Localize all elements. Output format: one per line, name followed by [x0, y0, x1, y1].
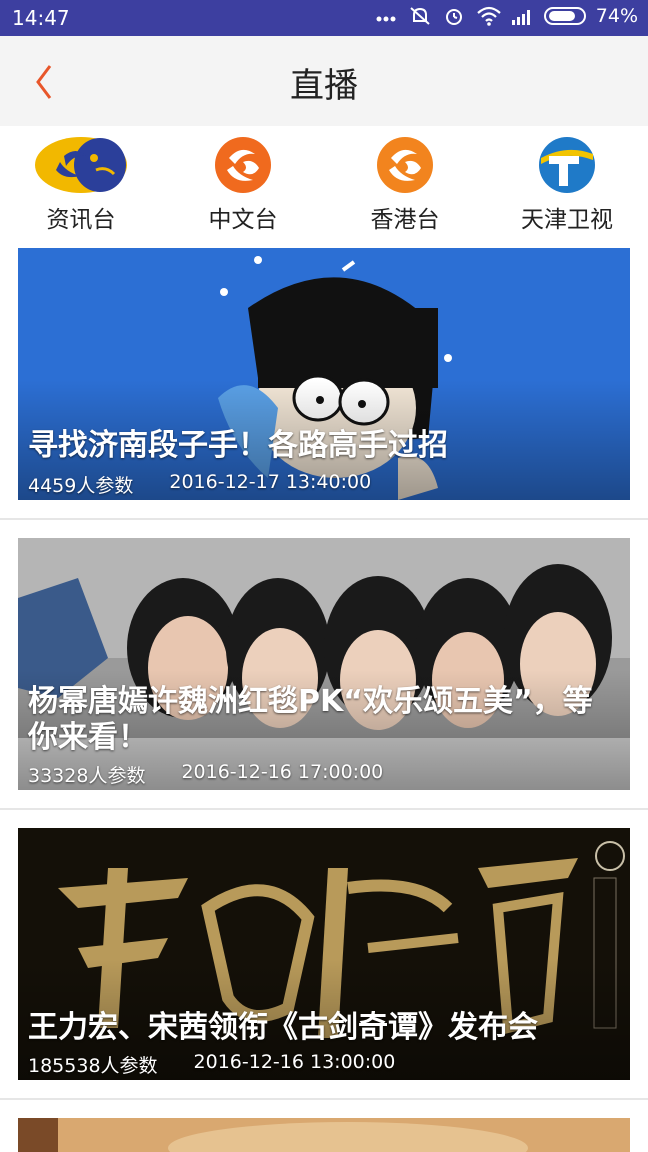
battery-level: 74% — [595, 5, 638, 27]
page-title: 直播 — [290, 66, 358, 106]
status-icons: 74% — [374, 5, 638, 27]
status-bar: 14:47 74% — [0, 0, 648, 36]
battery-icon — [543, 7, 586, 25]
card-datetime: 2016-12-16 17:00:00 — [181, 761, 384, 783]
wifi-icon — [476, 5, 501, 27]
participant-count: 4459人参数 — [28, 475, 134, 497]
tianjin-tv-logo — [520, 136, 614, 194]
live-card[interactable]: 王力宏、宋茜领衔《古剑奇谭》发布会 185538人参数 2016-12-16 1… — [18, 828, 630, 1080]
channel-bar: 资讯台 中文台 香港台 天津卫视 — [0, 126, 648, 238]
divider — [0, 518, 648, 520]
channel-item-info[interactable]: 资讯台 — [0, 126, 162, 238]
app-header: 直播 — [0, 36, 648, 126]
divider — [0, 1098, 648, 1100]
card-meta: 33328人参数 2016-12-16 17:00:00 — [28, 761, 383, 788]
channel-item-chinese[interactable]: 中文台 — [162, 126, 324, 238]
phoenix-chinese-logo — [196, 136, 290, 194]
card-datetime: 2016-12-16 13:00:00 — [193, 1051, 396, 1073]
live-card[interactable]: 杨幂唐嫣许魏洲红毯PK“欢乐颂五美”，等你来看！ 33328人参数 2016-1… — [18, 538, 630, 790]
card-title: 寻找济南段子手！各路高手过招 — [28, 428, 448, 463]
card-meta: 185538人参数 2016-12-16 13:00:00 — [28, 1051, 395, 1078]
status-time: 14:47 — [12, 6, 70, 30]
mute-bell-icon — [408, 5, 432, 27]
signal-icon — [510, 5, 534, 27]
channel-item-hk[interactable]: 香港台 — [324, 126, 486, 238]
card-meta: 4459人参数 2016-12-17 13:40:00 — [28, 471, 371, 498]
more-dots-icon — [374, 5, 398, 27]
participant-count: 185538人参数 — [28, 1055, 158, 1077]
food-image — [18, 1118, 630, 1152]
live-card[interactable]: 寻找济南段子手！各路高手过招 4459人参数 2016-12-17 13:40:… — [18, 248, 630, 500]
phoenix-hk-logo — [358, 136, 452, 194]
channel-label: 资讯台 — [46, 207, 116, 233]
live-card[interactable] — [18, 1118, 630, 1152]
channel-label: 中文台 — [208, 207, 278, 233]
card-title: 杨幂唐嫣许魏洲红毯PK“欢乐颂五美”，等你来看！ — [28, 684, 593, 755]
channel-label: 天津卫视 — [521, 207, 613, 233]
divider — [0, 808, 648, 810]
card-title: 王力宏、宋茜领衔《古剑奇谭》发布会 — [28, 1010, 538, 1045]
card-datetime: 2016-12-17 13:40:00 — [169, 471, 372, 493]
phoenix-info-logo — [34, 136, 128, 194]
channel-label: 香港台 — [370, 207, 440, 233]
alarm-icon — [442, 5, 466, 27]
participant-count: 33328人参数 — [28, 765, 146, 787]
channel-item-tianjin[interactable]: 天津卫视 — [486, 126, 648, 238]
